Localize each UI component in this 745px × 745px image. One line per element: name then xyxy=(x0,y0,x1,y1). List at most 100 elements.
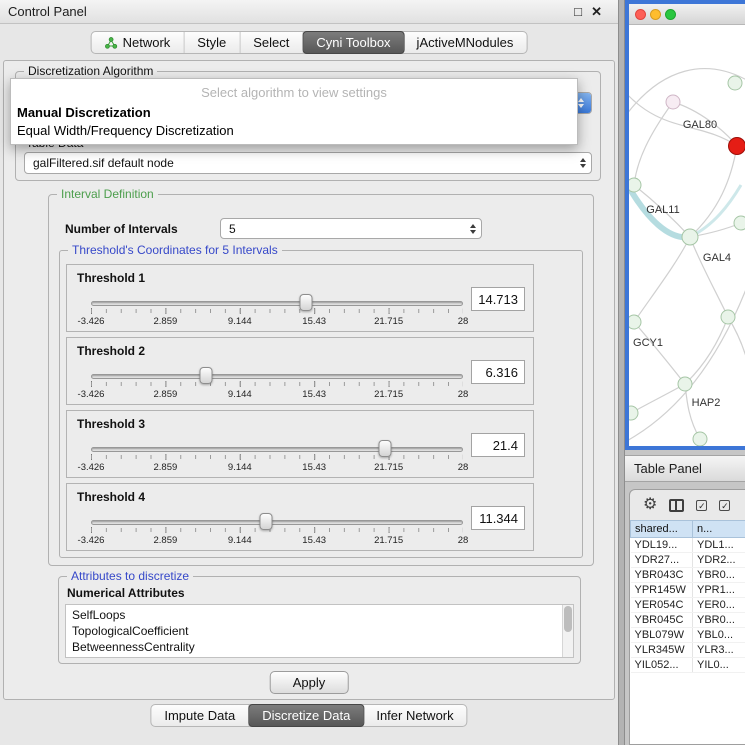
table-row[interactable]: YBR045CYBR0... xyxy=(631,613,745,628)
tab-network[interactable]: Network xyxy=(92,32,185,53)
network-node[interactable] xyxy=(629,178,641,192)
slider-thumb[interactable] xyxy=(200,367,213,384)
network-node[interactable] xyxy=(693,432,707,446)
threshold-4-slider[interactable]: -3.426 2.859 9.144 15.43 21.715 28 xyxy=(91,512,463,550)
threshold-3-value-field[interactable]: 21.4 xyxy=(471,433,525,457)
cell[interactable]: YLR3... xyxy=(693,643,745,658)
column-header-shared-name[interactable]: shared... xyxy=(631,521,693,538)
network-node[interactable] xyxy=(629,315,641,329)
cell[interactable]: YBR0... xyxy=(693,568,745,583)
table-panel: ⚙ ✓ ✓ shared... n... YDL19...YDL1... YDR… xyxy=(629,489,745,745)
network-node[interactable] xyxy=(728,76,742,90)
cell[interactable]: YDL1... xyxy=(693,538,745,553)
table-data-select[interactable]: galFiltered.sif default node xyxy=(24,152,592,174)
float-window-icon[interactable]: □ xyxy=(574,4,582,19)
columns-icon[interactable] xyxy=(669,499,684,512)
tab-style[interactable]: Style xyxy=(184,32,240,53)
list-item[interactable]: BetweennessCentrality xyxy=(66,639,573,655)
numerical-attributes-list[interactable]: SelfLoops TopologicalCoefficient Between… xyxy=(65,604,574,658)
threshold-1-slider[interactable]: -3.426 2.859 9.144 15.43 21.715 28 xyxy=(91,293,463,331)
table-row[interactable]: YDL19...YDL1... xyxy=(631,538,745,553)
tab-cyni-toolbox[interactable]: Cyni Toolbox xyxy=(302,31,404,54)
table-row[interactable]: YER054CYER0... xyxy=(631,598,745,613)
tab-impute-data[interactable]: Impute Data xyxy=(151,705,249,726)
network-edge xyxy=(690,146,737,237)
cell[interactable]: YDR2... xyxy=(693,553,745,568)
network-node[interactable] xyxy=(629,406,638,420)
table-row[interactable]: YIL052...YIL0... xyxy=(631,658,745,673)
apply-button[interactable]: Apply xyxy=(270,671,349,694)
network-node-selected[interactable] xyxy=(729,138,745,155)
cell[interactable]: YLR345W xyxy=(631,643,693,658)
threshold-3-slider[interactable]: -3.426 2.859 9.144 15.43 21.715 28 xyxy=(91,439,463,477)
table-row[interactable]: YLR345WYLR3... xyxy=(631,643,745,658)
table-scroll-area[interactable]: shared... n... YDL19...YDL1... YDR27...Y… xyxy=(630,520,745,744)
column-header-name[interactable]: n... xyxy=(693,521,745,538)
table-row[interactable]: YBL079WYBL0... xyxy=(631,628,745,643)
network-view-window[interactable]: GAL80 GAL11 GAL4 GCY1 HAP2 xyxy=(625,0,745,450)
attributes-to-discretize-group: Attributes to discretize Numerical Attri… xyxy=(58,576,581,664)
slider-thumb[interactable] xyxy=(378,440,391,457)
scale-tick-label: 21.715 xyxy=(374,316,403,327)
network-edge xyxy=(690,237,728,317)
threshold-1-value-field[interactable]: 14.713 xyxy=(471,287,525,311)
network-node[interactable] xyxy=(678,377,692,391)
gear-icon[interactable]: ⚙ xyxy=(643,497,657,513)
cell[interactable]: YPR1... xyxy=(693,583,745,598)
cell[interactable]: YPR145W xyxy=(631,583,693,598)
cell[interactable]: YDL19... xyxy=(631,538,693,553)
slider-thumb[interactable] xyxy=(259,513,272,530)
zoom-traffic-light-icon[interactable] xyxy=(665,9,676,20)
select-all-checkbox-icon[interactable]: ✓ xyxy=(696,500,707,511)
close-traffic-light-icon[interactable] xyxy=(635,9,646,20)
minimize-traffic-light-icon[interactable] xyxy=(650,9,661,20)
table-data-select-value: galFiltered.sif default node xyxy=(25,156,575,170)
dropdown-option-equal-width-frequency[interactable]: Equal Width/Frequency Discretization xyxy=(11,122,577,140)
cell[interactable]: YBR045C xyxy=(631,613,693,628)
table-row[interactable]: YPR145WYPR1... xyxy=(631,583,745,598)
tab-infer-network[interactable]: Infer Network xyxy=(363,705,466,726)
table-row[interactable]: YDR27...YDR2... xyxy=(631,553,745,568)
cell[interactable]: YER0... xyxy=(693,598,745,613)
cell[interactable]: YBR0... xyxy=(693,613,745,628)
cell[interactable]: YBL079W xyxy=(631,628,693,643)
network-node[interactable] xyxy=(734,216,745,230)
list-item[interactable]: TopologicalCoefficient xyxy=(66,623,573,639)
cell[interactable]: YBR043C xyxy=(631,568,693,583)
threshold-2-value-field[interactable]: 6.316 xyxy=(471,360,525,384)
tab-jactivemnodules[interactable]: jActiveMNodules xyxy=(404,32,527,53)
select-none-checkbox-icon[interactable]: ✓ xyxy=(719,500,730,511)
cell[interactable]: YDR27... xyxy=(631,553,693,568)
panel-splitter[interactable] xyxy=(618,0,625,745)
scale-tick-label: 28 xyxy=(458,389,469,400)
threshold-2-slider[interactable]: -3.426 2.859 9.144 15.43 21.715 28 xyxy=(91,366,463,404)
slider-scale: -3.426 2.859 9.144 15.43 21.715 28 xyxy=(91,462,463,474)
tab-discretize-data-label: Discretize Data xyxy=(262,708,350,723)
network-node[interactable] xyxy=(682,229,698,245)
network-node[interactable] xyxy=(721,310,735,324)
tab-discretize-data[interactable]: Discretize Data xyxy=(248,704,364,727)
list-item[interactable]: SelfLoops xyxy=(66,607,573,623)
cell[interactable]: YIL0... xyxy=(693,658,745,673)
slider-track[interactable] xyxy=(91,301,463,306)
dropdown-option-manual-discretization[interactable]: Manual Discretization xyxy=(11,104,577,122)
close-icon[interactable]: ✕ xyxy=(591,4,602,20)
cell[interactable]: YER054C xyxy=(631,598,693,613)
slider-track[interactable] xyxy=(91,520,463,525)
slider-track[interactable] xyxy=(91,447,463,452)
scale-tick-label: 15.43 xyxy=(302,462,326,473)
scrollbar-thumb[interactable] xyxy=(564,606,572,632)
slider-track[interactable] xyxy=(91,374,463,379)
node-attribute-table: shared... n... YDL19...YDL1... YDR27...Y… xyxy=(630,520,745,673)
table-row[interactable]: YBR043CYBR0... xyxy=(631,568,745,583)
cell[interactable]: YIL052... xyxy=(631,658,693,673)
scale-tick-label: 28 xyxy=(458,535,469,546)
threshold-4-value-field[interactable]: 11.344 xyxy=(471,506,525,530)
cell[interactable]: YBL0... xyxy=(693,628,745,643)
tab-select[interactable]: Select xyxy=(240,32,303,53)
number-of-intervals-select[interactable]: 5 xyxy=(220,218,482,239)
slider-thumb[interactable] xyxy=(299,294,312,311)
network-node[interactable] xyxy=(666,95,680,109)
network-canvas[interactable]: GAL80 GAL11 GAL4 GCY1 HAP2 xyxy=(629,25,745,446)
scrollbar[interactable] xyxy=(562,605,573,657)
